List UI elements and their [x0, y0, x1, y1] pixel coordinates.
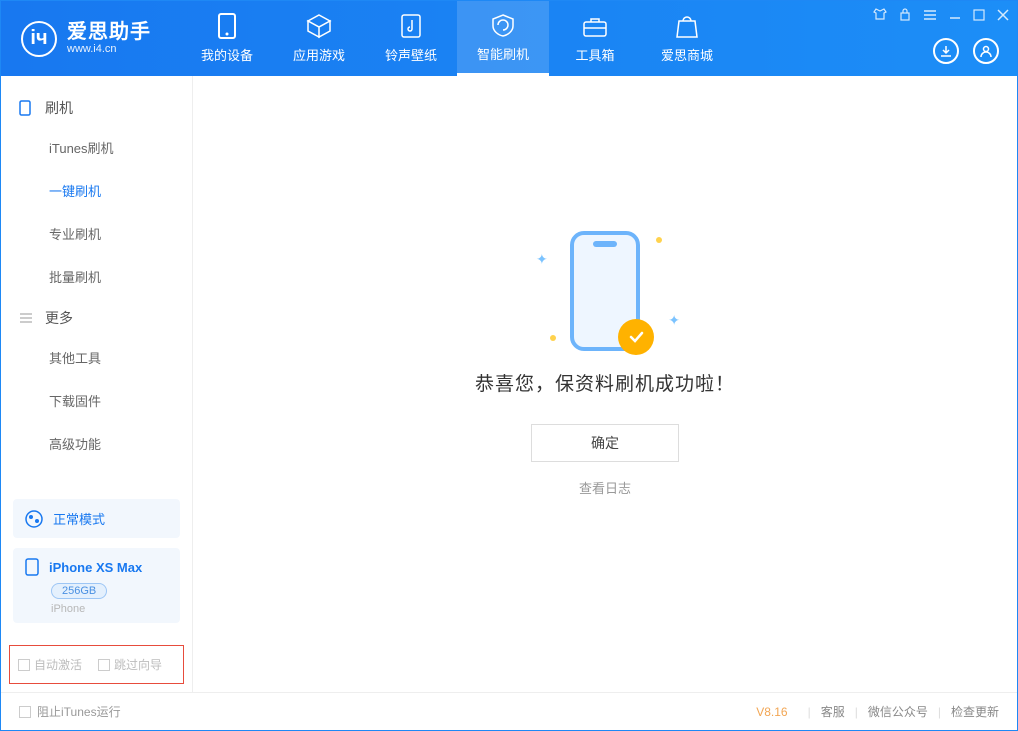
tab-smart-flash[interactable]: 智能刷机: [457, 1, 549, 76]
list-small-icon: [19, 310, 35, 326]
view-log-link[interactable]: 查看日志: [579, 478, 631, 497]
separator: |: [855, 705, 858, 719]
footer: 阻止iTunes运行 V8.16 | 客服 | 微信公众号 | 检查更新: [1, 692, 1017, 730]
footer-link-update[interactable]: 检查更新: [951, 703, 999, 720]
mode-label: 正常模式: [53, 509, 105, 528]
device-name: iPhone XS Max: [49, 560, 142, 575]
sidebar-item-itunes-flash[interactable]: iTunes刷机: [1, 126, 192, 169]
tab-label: 铃声壁纸: [385, 45, 437, 64]
section-title: 刷机: [45, 98, 73, 118]
checkbox-skip-guide[interactable]: 跳过向导: [98, 656, 162, 673]
logo-text: 爱思助手 www.i4.cn: [67, 21, 151, 55]
cube-icon: [306, 13, 332, 39]
footer-right: V8.16 | 客服 | 微信公众号 | 检查更新: [756, 703, 999, 720]
lock-icon[interactable]: [899, 7, 911, 24]
version-label: V8.16: [756, 705, 787, 719]
sparkle-icon: ✦: [536, 251, 548, 268]
download-button[interactable]: [933, 38, 959, 64]
tab-toolbox[interactable]: 工具箱: [549, 1, 641, 76]
nav-tabs: 我的设备 应用游戏 铃声壁纸 智能刷机 工具箱 爱思商城: [181, 1, 733, 76]
sidebar-item-other-tools[interactable]: 其他工具: [1, 336, 192, 379]
footer-link-wechat[interactable]: 微信公众号: [868, 703, 928, 720]
tab-ringtones-wallpapers[interactable]: 铃声壁纸: [365, 1, 457, 76]
body: 刷机 iTunes刷机 一键刷机 专业刷机 批量刷机 更多 其他工具 下载固件 …: [1, 76, 1017, 692]
user-button[interactable]: [973, 38, 999, 64]
logo-area[interactable]: iч 爱思助手 www.i4.cn: [1, 21, 171, 57]
sparkle-icon: ✦: [668, 312, 680, 329]
music-note-icon: [398, 13, 424, 39]
phone-icon: [214, 13, 240, 39]
tab-label: 工具箱: [575, 45, 614, 64]
tab-apps-games[interactable]: 应用游戏: [273, 1, 365, 76]
sidebar: 刷机 iTunes刷机 一键刷机 专业刷机 批量刷机 更多 其他工具 下载固件 …: [1, 76, 193, 692]
minimize-icon[interactable]: [949, 8, 961, 24]
toolbox-icon: [582, 13, 608, 39]
tab-label: 智能刷机: [477, 44, 529, 63]
sidebar-section-flash: 刷机: [1, 88, 192, 126]
separator: |: [938, 705, 941, 719]
device-cards: 正常模式 iPhone XS Max 256GB iPhone: [1, 493, 192, 639]
checkbox-label: 跳过向导: [114, 656, 162, 673]
checkbox-block-itunes[interactable]: 阻止iTunes运行: [19, 703, 121, 720]
menu-icon[interactable]: [923, 8, 937, 24]
bottom-checks-highlighted: 自动激活 跳过向导: [9, 645, 184, 684]
phone-small-icon: [19, 100, 35, 116]
close-icon[interactable]: [997, 8, 1009, 24]
mode-icon: [25, 510, 43, 528]
ok-button[interactable]: 确定: [531, 424, 679, 462]
sidebar-section-more: 更多: [1, 298, 192, 336]
checkbox-label: 自动激活: [34, 656, 82, 673]
tab-label: 爱思商城: [661, 45, 713, 64]
sidebar-item-one-click-flash[interactable]: 一键刷机: [1, 169, 192, 212]
checkbox-auto-activate[interactable]: 自动激活: [18, 656, 82, 673]
sidebar-item-batch-flash[interactable]: 批量刷机: [1, 255, 192, 298]
tab-label: 应用游戏: [293, 45, 345, 64]
section-title: 更多: [45, 308, 73, 328]
sidebar-item-advanced[interactable]: 高级功能: [1, 422, 192, 465]
checkbox-box-icon: [98, 659, 110, 671]
app-subtitle: www.i4.cn: [67, 43, 151, 55]
checkbox-box-icon: [18, 659, 30, 671]
refresh-shield-icon: [490, 12, 516, 38]
app-title: 爱思助手: [67, 21, 151, 43]
tab-my-device[interactable]: 我的设备: [181, 1, 273, 76]
maximize-icon[interactable]: [973, 8, 985, 24]
sidebar-item-download-firmware[interactable]: 下载固件: [1, 379, 192, 422]
sidebar-item-pro-flash[interactable]: 专业刷机: [1, 212, 192, 255]
shirt-icon[interactable]: [873, 7, 887, 24]
mode-card[interactable]: 正常模式: [13, 499, 180, 538]
tab-label: 我的设备: [201, 45, 253, 64]
dot-icon: [656, 237, 662, 243]
sidebar-scroll: 刷机 iTunes刷机 一键刷机 专业刷机 批量刷机 更多 其他工具 下载固件 …: [1, 76, 192, 493]
success-message: 恭喜您，保资料刷机成功啦！: [475, 369, 735, 396]
check-badge-icon: [618, 319, 654, 355]
storage-badge: 256GB: [51, 583, 107, 599]
footer-link-support[interactable]: 客服: [821, 703, 845, 720]
separator: |: [808, 705, 811, 719]
logo-icon: iч: [21, 21, 57, 57]
device-card[interactable]: iPhone XS Max 256GB iPhone: [13, 548, 180, 623]
header: iч 爱思助手 www.i4.cn 我的设备 应用游戏 铃声壁纸 智能刷机 工具…: [1, 1, 1017, 76]
tab-store[interactable]: 爱思商城: [641, 1, 733, 76]
main-content: ✦ ✦ 恭喜您，保资料刷机成功啦！ 确定 查看日志: [193, 76, 1017, 692]
device-icon: [25, 558, 39, 576]
dot-icon: [550, 335, 556, 341]
bag-icon: [674, 13, 700, 39]
checkbox-box-icon: [19, 706, 31, 718]
device-type: iPhone: [51, 603, 168, 615]
checkbox-label: 阻止iTunes运行: [37, 703, 121, 720]
window-controls: [873, 7, 1009, 24]
success-illustration: ✦ ✦: [570, 231, 640, 351]
header-right-icons: [933, 38, 999, 64]
